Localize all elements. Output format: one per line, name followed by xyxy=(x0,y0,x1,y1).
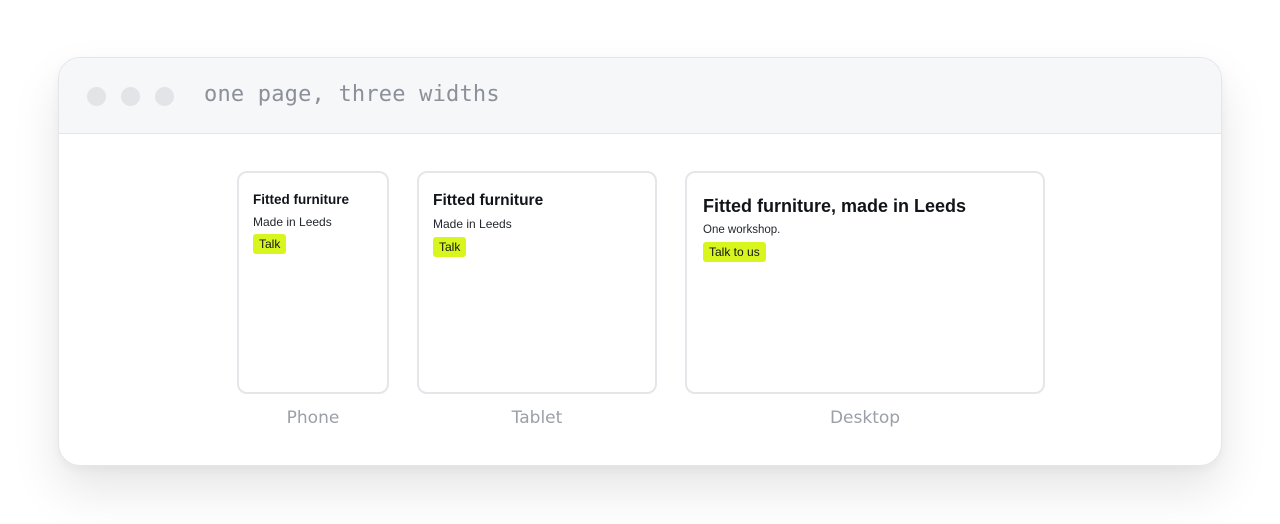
tablet-cta-button[interactable]: Talk xyxy=(433,237,467,257)
window-close-dot[interactable] xyxy=(87,87,106,106)
phone-caption: Phone xyxy=(286,408,340,428)
desktop-cta-button[interactable]: Talk to us xyxy=(703,242,766,262)
phone-preview-frame: Fitted furniture Made in Leeds Talk xyxy=(237,171,389,394)
window-maximize-dot[interactable] xyxy=(155,87,174,106)
window-minimize-dot[interactable] xyxy=(121,87,140,106)
phone-cta-button[interactable]: Talk xyxy=(253,234,287,254)
desktop-subtext: One workshop. xyxy=(703,224,781,236)
tablet-subtext: Made in Leeds xyxy=(433,217,512,231)
tablet-caption: Tablet xyxy=(511,408,563,428)
phone-heading: Fitted furniture xyxy=(253,192,349,207)
tablet-heading: Fitted furniture xyxy=(433,192,544,209)
window-titlebar: one page, three widths xyxy=(59,58,1221,134)
desktop-preview-frame: Fitted furniture, made in Leeds One work… xyxy=(685,171,1045,394)
window-title: one page, three widths xyxy=(204,82,500,107)
tablet-preview-frame: Fitted furniture Made in Leeds Talk xyxy=(417,171,657,394)
phone-subtext: Made in Leeds xyxy=(253,215,332,229)
desktop-heading: Fitted furniture, made in Leeds xyxy=(703,196,967,216)
browser-window: one page, three widths Fitted furniture … xyxy=(58,57,1222,466)
desktop-caption: Desktop xyxy=(829,408,901,428)
